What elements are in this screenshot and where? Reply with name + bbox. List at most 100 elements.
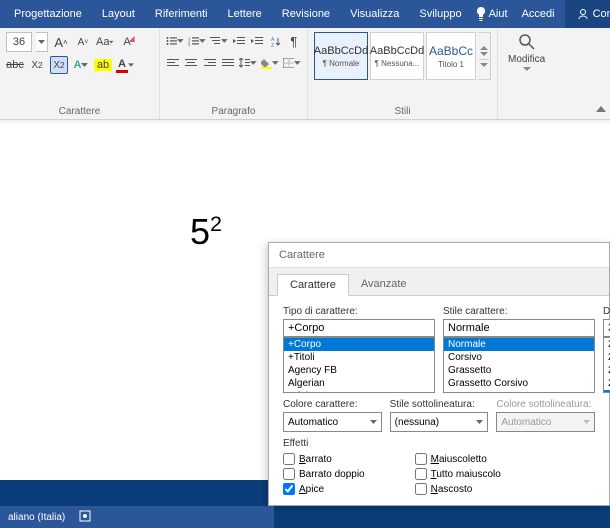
list-item[interactable]: Normale [444,338,594,351]
ribbon-tabs: Progettazione Layout Riferimenti Lettere… [0,0,610,28]
tab-visualizza[interactable]: Visualizza [340,0,409,28]
chevron-down-icon [583,420,590,425]
increase-indent-button[interactable] [250,32,264,50]
style-preview: AaBbCcDd [314,45,368,57]
font-type-listbox[interactable]: +Corpo +Titoli Agency FB Algerian Arial [283,337,435,393]
tell-me-button[interactable]: Aiut [472,7,512,21]
font-color-button[interactable]: A [116,56,134,74]
spacing-icon [239,58,250,68]
text-effects-button[interactable]: A [72,56,90,74]
dialog-body: Tipo di carattere: +Corpo +Titoli Agency… [269,296,609,505]
show-marks-button[interactable]: ¶ [287,32,301,50]
chevron-up-icon [480,46,488,50]
list-item[interactable]: 28 [604,377,610,390]
outdent-icon [233,36,245,46]
chevron-down-icon [81,63,88,68]
style-preview: AaBbCc [429,44,473,58]
shrink-font-button[interactable]: A˅ [74,33,92,51]
shading-button[interactable] [261,54,279,72]
list-item[interactable]: Grassetto [444,364,594,377]
change-case-button[interactable]: Aa [96,33,114,51]
tab-sviluppo[interactable]: Sviluppo [409,0,471,28]
list-item[interactable]: Corsivo [444,351,594,364]
editing-label: Modifica [508,54,545,65]
smallcaps-checkbox[interactable]: Maiuscoletto [415,453,501,465]
line-spacing-button[interactable] [239,54,257,72]
list-item[interactable]: 36 [604,390,610,393]
strikethrough-button[interactable]: abc [6,56,24,74]
style-nessuna[interactable]: AaBbCcDd ¶ Nessuna... [370,32,424,80]
tab-layout[interactable]: Layout [92,0,145,28]
font-type-input[interactable] [283,319,435,337]
collapse-ribbon-button[interactable] [596,104,606,115]
align-justify-icon [222,58,234,68]
account-sign-in[interactable]: Accedi [512,8,565,20]
subscript-button[interactable]: X2 [28,56,46,74]
superscript-button[interactable]: X2 [50,56,68,74]
grow-font-button[interactable]: A˄ [52,33,70,51]
double-strikethrough-checkbox[interactable]: Barrato doppio [283,468,365,480]
share-button[interactable]: Condividi [565,0,610,28]
font-size-input[interactable]: 36 [6,32,32,52]
chevron-down-icon [177,39,184,44]
hidden-checkbox[interactable]: Nascosto [415,483,501,495]
dialog-tabs: Carattere Avanzate [269,268,609,296]
dialog-title: Carattere [269,243,609,268]
superscript-checkbox[interactable]: Apice [283,483,365,495]
list-item[interactable]: +Corpo [284,338,434,351]
font-size-listbox[interactable]: 22 24 26 28 36 [603,337,610,393]
align-justify-button[interactable] [221,54,235,72]
align-center-button[interactable] [184,54,198,72]
font-size-dropdown[interactable] [36,32,48,52]
list-item[interactable]: Grassetto Corsivo [444,377,594,390]
styles-more-button[interactable] [478,32,491,80]
font-size-input2[interactable] [603,319,610,337]
font-style-listbox[interactable]: Normale Corsivo Grassetto Grassetto Cors… [443,337,595,393]
underline-style-select[interactable]: (nessuna) [390,412,489,432]
chevron-down-icon [199,39,206,44]
highlight-button[interactable]: ab [94,56,112,74]
tab-revisione[interactable]: Revisione [272,0,340,28]
chevron-down-icon [109,40,114,45]
list-item[interactable]: +Titoli [284,351,434,364]
tab-riferimenti[interactable]: Riferimenti [145,0,218,28]
align-right-icon [204,58,216,68]
strikethrough-checkbox[interactable]: Barrato [283,453,365,465]
language-indicator[interactable]: aliano (Italia) [8,512,65,523]
status-bar: aliano (Italia) [0,506,274,528]
align-right-button[interactable] [203,54,217,72]
allcaps-checkbox[interactable]: Tutto maiuscolo [415,468,501,480]
font-style-input[interactable] [443,319,595,337]
ribbon-body: 36 A˄ A˅ Aa A◢ abc X2 X2 A ab A Caratter… [0,28,610,120]
svg-text:Z: Z [271,43,274,47]
borders-button[interactable] [283,54,301,72]
svg-text:3: 3 [188,42,191,46]
bullets-button[interactable] [166,32,184,50]
sort-icon: AZ [271,36,281,47]
dialog-tab-carattere[interactable]: Carattere [277,274,349,296]
style-normale[interactable]: AaBbCcDd ¶ Normale [314,32,368,80]
list-item[interactable]: Algerian [284,377,434,390]
clear-formatting-button[interactable]: A◢ [118,33,136,51]
dialog-tab-avanzate[interactable]: Avanzate [349,274,419,295]
font-color-select[interactable]: Automatico [283,412,382,432]
chevron-down-icon [38,40,45,45]
align-left-button[interactable] [166,54,180,72]
tab-progettazione[interactable]: Progettazione [4,0,92,28]
list-item[interactable]: 24 [604,351,610,364]
list-item[interactable]: 26 [604,364,610,377]
align-left-icon [167,58,179,68]
list-item[interactable]: Arial [284,390,434,393]
list-item[interactable]: 22 [604,338,610,351]
find-button[interactable] [517,32,537,52]
sort-button[interactable]: AZ [269,32,283,50]
multilevel-list-button[interactable] [210,32,228,50]
list-item[interactable]: Agency FB [284,364,434,377]
macro-recording-button[interactable] [79,510,91,525]
style-name: ¶ Nessuna... [375,59,420,68]
tab-lettere[interactable]: Lettere [218,0,272,28]
style-titolo1[interactable]: AaBbCc Titolo 1 [426,32,476,80]
decrease-indent-button[interactable] [232,32,246,50]
numbering-button[interactable]: 123 [188,32,206,50]
chevron-up-icon [596,106,606,112]
